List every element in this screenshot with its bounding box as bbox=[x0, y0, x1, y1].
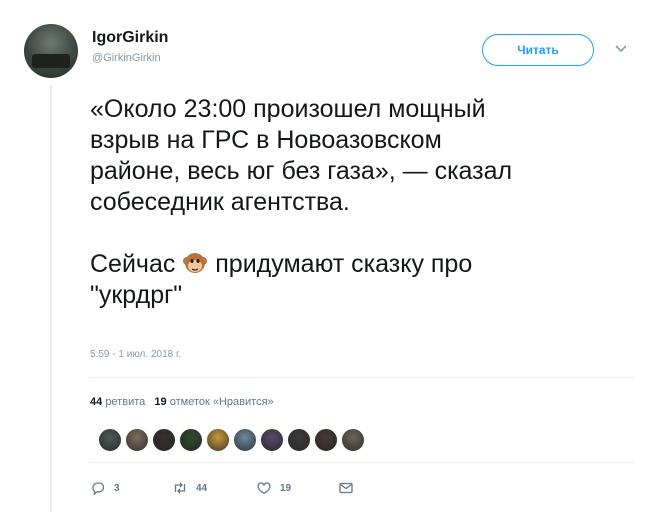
like-count: 19 bbox=[280, 482, 292, 494]
liker-avatar[interactable] bbox=[206, 428, 230, 452]
liker-avatar[interactable] bbox=[233, 428, 257, 452]
like-button[interactable]: 19 bbox=[256, 480, 338, 496]
reply-button[interactable]: 3 bbox=[90, 480, 172, 496]
reply-count: 3 bbox=[114, 482, 120, 494]
divider bbox=[90, 377, 635, 378]
divider bbox=[90, 462, 635, 463]
envelope-icon bbox=[339, 482, 353, 494]
author-name[interactable]: IgorGirkin bbox=[92, 29, 168, 47]
heart-icon bbox=[257, 482, 271, 495]
likes-count: 19 bbox=[154, 396, 167, 408]
chevron-down-icon[interactable] bbox=[612, 40, 630, 58]
liker-avatar[interactable] bbox=[287, 428, 311, 452]
retweets-count: 44 bbox=[90, 396, 103, 408]
liker-avatar[interactable] bbox=[152, 428, 176, 452]
author-handle[interactable]: @GirkinGirkin bbox=[92, 52, 161, 64]
tweet-text: «Около 23:00 произошел мощный взрыв на Г… bbox=[90, 94, 630, 311]
liker-avatar[interactable] bbox=[314, 428, 338, 452]
monkey-face-icon bbox=[182, 250, 208, 276]
reply-icon bbox=[92, 482, 105, 496]
likers-avatars bbox=[98, 428, 368, 452]
thread-line bbox=[50, 85, 52, 512]
retweet-count: 44 bbox=[196, 482, 208, 494]
liker-avatar[interactable] bbox=[125, 428, 149, 452]
tweet-stats: 44 ретвита 19 отметок «Нравится» bbox=[90, 396, 274, 408]
tweet-actions: 3 44 19 bbox=[90, 480, 362, 496]
avatar[interactable] bbox=[24, 24, 78, 78]
likes-label: отметок «Нравится» bbox=[169, 396, 274, 408]
retweet-icon bbox=[174, 482, 186, 494]
retweets-label: ретвита bbox=[105, 396, 146, 408]
liker-avatar[interactable] bbox=[341, 428, 365, 452]
follow-button[interactable]: Читать bbox=[482, 34, 594, 66]
retweets-stat[interactable]: 44 ретвита bbox=[90, 396, 145, 408]
tweet-timestamp[interactable]: 5:59 - 1 июл. 2018 г. bbox=[90, 349, 181, 360]
liker-avatar[interactable] bbox=[260, 428, 284, 452]
liker-avatar[interactable] bbox=[98, 428, 122, 452]
likes-stat[interactable]: 19 отметок «Нравится» bbox=[154, 396, 273, 408]
liker-avatar[interactable] bbox=[179, 428, 203, 452]
direct-message-button[interactable] bbox=[338, 480, 362, 496]
retweet-button[interactable]: 44 bbox=[172, 480, 256, 496]
